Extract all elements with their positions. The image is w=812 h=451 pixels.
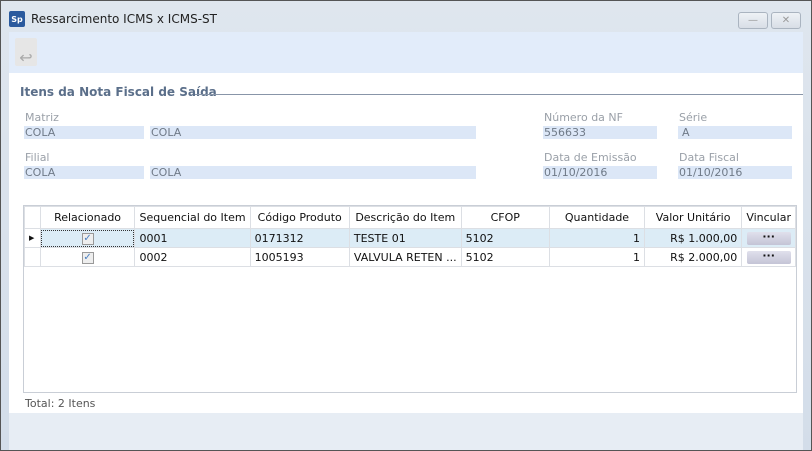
checkbox[interactable]: ✓ [81, 252, 94, 264]
col-vincular[interactable]: Vincular [741, 206, 796, 229]
filial-code-field[interactable]: COLA [24, 166, 144, 179]
col-codigo[interactable]: Código Produto [249, 206, 350, 229]
matriz-name-field[interactable]: COLA [150, 126, 476, 139]
app-logo-icon: Sp [9, 11, 25, 27]
toolbar: ↩ [9, 32, 803, 73]
seq-cell: 0002 [134, 247, 251, 267]
serie-label: Série [679, 111, 708, 124]
seq-cell: 0001 [134, 228, 251, 248]
checkbox[interactable]: ✓ [81, 233, 94, 245]
col-relacionado[interactable]: Relacionado [39, 206, 136, 229]
filial-name-field[interactable]: COLA [150, 166, 476, 179]
window-title: Ressarcimento ICMS x ICMS-ST [31, 12, 217, 26]
section-title: Itens da Nota Fiscal de Saída [20, 85, 217, 99]
row-header-corner [24, 206, 41, 229]
codigo-cell: 1005193 [249, 247, 350, 267]
relacionado-cell[interactable]: ✓ [39, 247, 136, 267]
title-bar: Sp Ressarcimento ICMS x ICMS-ST [9, 11, 217, 27]
filial-label: Filial [25, 151, 50, 164]
table-row[interactable]: ▶ ✓ 0001 0171312 TESTE 01 5102 1 R$ 1.00… [24, 228, 796, 248]
vincular-button[interactable]: ··· [746, 231, 791, 245]
cfop-cell: 5102 [460, 247, 550, 267]
matriz-label: Matriz [25, 111, 59, 124]
descricao-cell: TESTE 01 [348, 228, 462, 248]
content: Itens da Nota Fiscal de Saída Matriz COL… [9, 73, 803, 413]
col-cfop[interactable]: CFOP [460, 206, 550, 229]
quantidade-cell: 1 [548, 247, 646, 267]
numero-nf-field[interactable]: 556633 [543, 126, 657, 139]
valor-cell: R$ 2.000,00 [643, 247, 743, 267]
serie-field[interactable]: A [678, 126, 792, 139]
col-descricao[interactable]: Descrição do Item [348, 206, 462, 229]
codigo-cell: 0171312 [249, 228, 350, 248]
data-fiscal-label: Data Fiscal [679, 151, 739, 164]
descricao-cell: VALVULA RETEN ... [348, 247, 462, 267]
close-button[interactable]: ✕ [771, 12, 801, 29]
section-divider [195, 94, 803, 95]
minimize-button[interactable]: — [738, 12, 768, 29]
relacionado-cell[interactable]: ✓ [39, 228, 136, 248]
col-sequencial[interactable]: Sequencial do Item [134, 206, 251, 229]
items-grid: Relacionado Sequencial do Item Código Pr… [23, 205, 797, 393]
numero-nf-label: Número da NF [544, 111, 623, 124]
data-emissao-field[interactable]: 01/10/2016 [543, 166, 657, 179]
col-valor[interactable]: Valor Unitário [643, 206, 743, 229]
cfop-cell: 5102 [460, 228, 550, 248]
vincular-button[interactable]: ··· [746, 250, 791, 264]
total-items: Total: 2 Itens [25, 397, 96, 410]
data-fiscal-field[interactable]: 01/10/2016 [678, 166, 792, 179]
row-pointer-icon: ▶ [24, 228, 41, 248]
data-emissao-label: Data de Emissão [544, 151, 637, 164]
row-header [24, 247, 41, 267]
col-quantidade[interactable]: Quantidade [548, 206, 646, 229]
footer [9, 413, 803, 450]
valor-cell: R$ 1.000,00 [643, 228, 743, 248]
matriz-code-field[interactable]: COLA [24, 126, 144, 139]
table-row[interactable]: ✓ 0002 1005193 VALVULA RETEN ... 5102 1 … [24, 247, 796, 267]
grid-header: Relacionado Sequencial do Item Código Pr… [24, 206, 796, 229]
window: Sp Ressarcimento ICMS x ICMS-ST — ✕ ↩ It… [0, 0, 812, 451]
back-icon[interactable]: ↩ [15, 38, 37, 67]
quantidade-cell: 1 [548, 228, 646, 248]
